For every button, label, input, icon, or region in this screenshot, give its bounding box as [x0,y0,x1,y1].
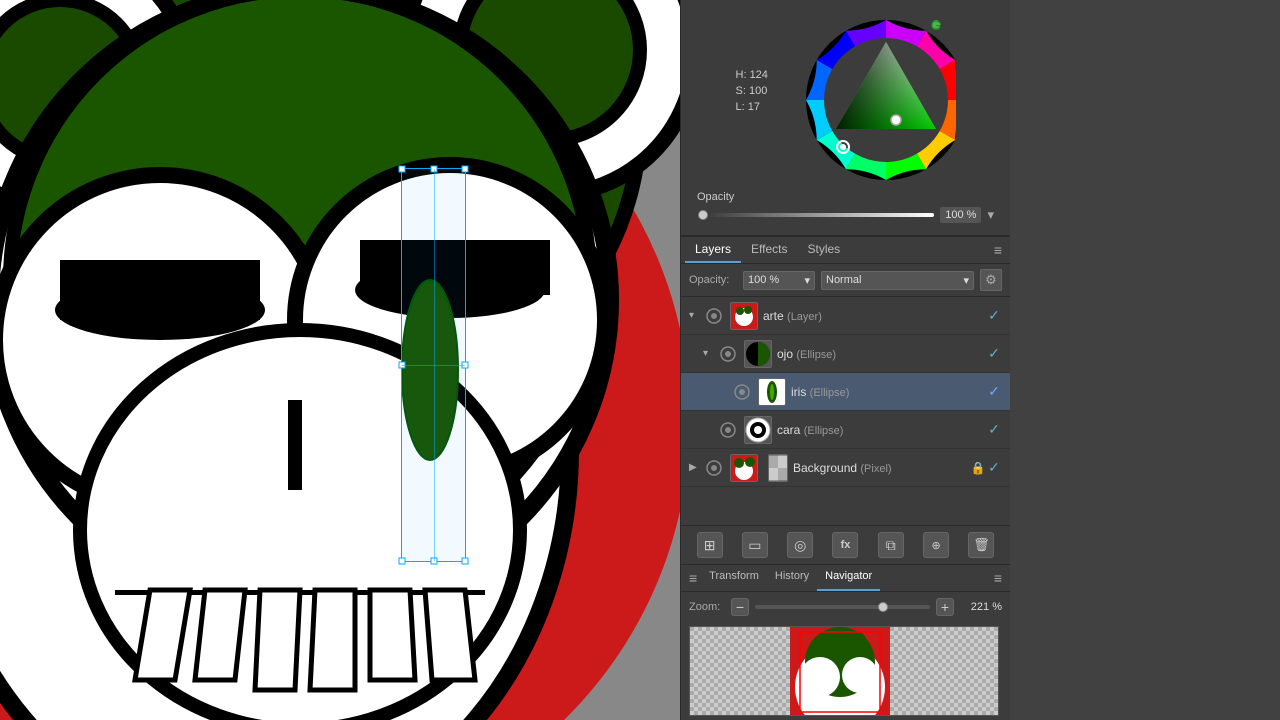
background-lock[interactable]: 🔒 [970,460,986,476]
background-expand[interactable]: ▶ [689,462,703,473]
arte-check[interactable]: ✓ [986,308,1002,324]
ojo-expand[interactable]: ▾ [703,348,717,359]
opacity-slider-thumb[interactable] [698,210,708,220]
ojo-name: ojo (Ellipse) [777,347,986,361]
panel-menu-icon[interactable]: ≡ [990,237,1006,263]
opacity-section: Opacity 100 % ▾ [689,187,1002,227]
zoom-out-button[interactable]: − [731,598,749,616]
add-filter-button[interactable]: ◎ [787,532,813,558]
bottom-panel-menu[interactable]: ≡ [685,565,701,591]
navigator-thumbnail[interactable] [689,626,999,716]
layer-tabs-bar: Layers Effects Styles ≡ [681,236,1010,264]
tab-history[interactable]: History [767,565,817,591]
layers-opacity-label: Opacity: [689,274,737,286]
iris-name: iris (Ellipse) [791,385,986,399]
tab-effects[interactable]: Effects [741,237,797,263]
zoom-slider[interactable] [755,605,930,609]
cara-check[interactable]: ✓ [986,422,1002,438]
cara-visibility[interactable] [717,419,739,441]
iris-check[interactable]: ✓ [986,384,1002,400]
color-wheel[interactable]: ● G [736,12,956,187]
zoom-label: Zoom: [689,601,725,613]
ojo-check[interactable]: ✓ [986,346,1002,362]
right-panel: ● G H: 124 S: 100 L: 17 Opacity 100 % ▾ [680,0,1010,720]
background-check[interactable]: ✓ [986,460,1002,476]
sat-label: S: 100 [736,83,768,99]
tab-navigator[interactable]: Navigator [817,565,880,591]
delete-layer-button[interactable]: 🗑 [968,532,994,558]
layers-opacity-value: 100 % [748,274,779,286]
iris-visibility[interactable] [731,381,753,403]
duplicate-layer-button[interactable]: ⧉ [878,532,904,558]
light-value: 17 [748,101,760,113]
background-thumb [730,454,758,482]
copy-layer-button[interactable]: ⊕ [923,532,949,558]
color-section: ● G H: 124 S: 100 L: 17 Opacity 100 % ▾ [681,0,1010,236]
add-rect-button[interactable]: ▭ [742,532,768,558]
zoom-in-button[interactable]: + [936,598,954,616]
tab-styles[interactable]: Styles [798,237,851,263]
layers-opacity-select[interactable]: 100 % ▾ [743,271,815,290]
background-pixel-thumb [768,454,788,482]
opacity-slider[interactable] [697,213,934,217]
opacity-value: 100 % [940,207,981,223]
blend-mode-select[interactable]: Normal ▾ [821,271,974,290]
tab-layers[interactable]: Layers [685,237,741,263]
layers-opacity-row: Opacity: 100 % ▾ Normal ▾ ⚙ [681,264,1010,297]
layer-item-background[interactable]: ▶ Backgrou [681,449,1010,487]
hue-label: H: 124 [736,67,768,83]
zoom-row: Zoom: − + 221 % [681,592,1010,622]
layer-settings-button[interactable]: ⚙ [980,269,1002,291]
layers-list: ▾ arte (Layer) ✓ ▾ [681,297,1010,525]
opacity-dropdown[interactable]: ▾ [987,207,994,223]
color-wheel-container[interactable]: ● G H: 124 S: 100 L: 17 [736,12,956,187]
iris-thumb [758,378,786,406]
ojo-visibility[interactable] [717,343,739,365]
tab-transform[interactable]: Transform [701,565,767,591]
arte-expand[interactable]: ▾ [689,310,703,321]
hsl-values: H: 124 S: 100 L: 17 [736,67,768,115]
layer-item-ojo[interactable]: ▾ ojo (Ellipse) ✓ [681,335,1010,373]
arte-thumb [730,302,758,330]
background-name: Background (Pixel) [793,461,970,475]
arte-visibility[interactable] [703,305,725,327]
artwork-canvas [0,0,680,720]
ojo-thumb [744,340,772,368]
background-visibility[interactable] [703,457,725,479]
add-fx-button[interactable]: fx [832,532,858,558]
bottom-panel-expand[interactable]: ≡ [990,565,1006,591]
cara-name: cara (Ellipse) [777,423,986,437]
arte-name: arte (Layer) [763,309,986,323]
svg-text:G: G [930,17,941,33]
layer-item-arte[interactable]: ▾ arte (Layer) ✓ [681,297,1010,335]
bottom-tabs-bar: ≡ Transform History Navigator ≡ [681,565,1010,592]
zoom-value: 221 % [960,601,1002,613]
add-layer-button[interactable]: ⊞ [697,532,723,558]
zoom-slider-thumb[interactable] [878,602,888,612]
sat-value: 100 [749,85,767,97]
layers-toolbar: ⊞ ▭ ◎ fx ⧉ ⊕ 🗑 [681,525,1010,565]
light-label: L: 17 [736,99,768,115]
blend-mode-value: Normal [826,274,861,286]
canvas-area[interactable] [0,0,680,720]
layer-item-iris[interactable]: iris (Ellipse) ✓ [681,373,1010,411]
layer-item-cara[interactable]: cara (Ellipse) ✓ [681,411,1010,449]
cara-thumb [744,416,772,444]
opacity-label: Opacity [697,191,994,203]
hue-value: 124 [750,69,768,81]
opacity-row: 100 % ▾ [697,207,994,223]
